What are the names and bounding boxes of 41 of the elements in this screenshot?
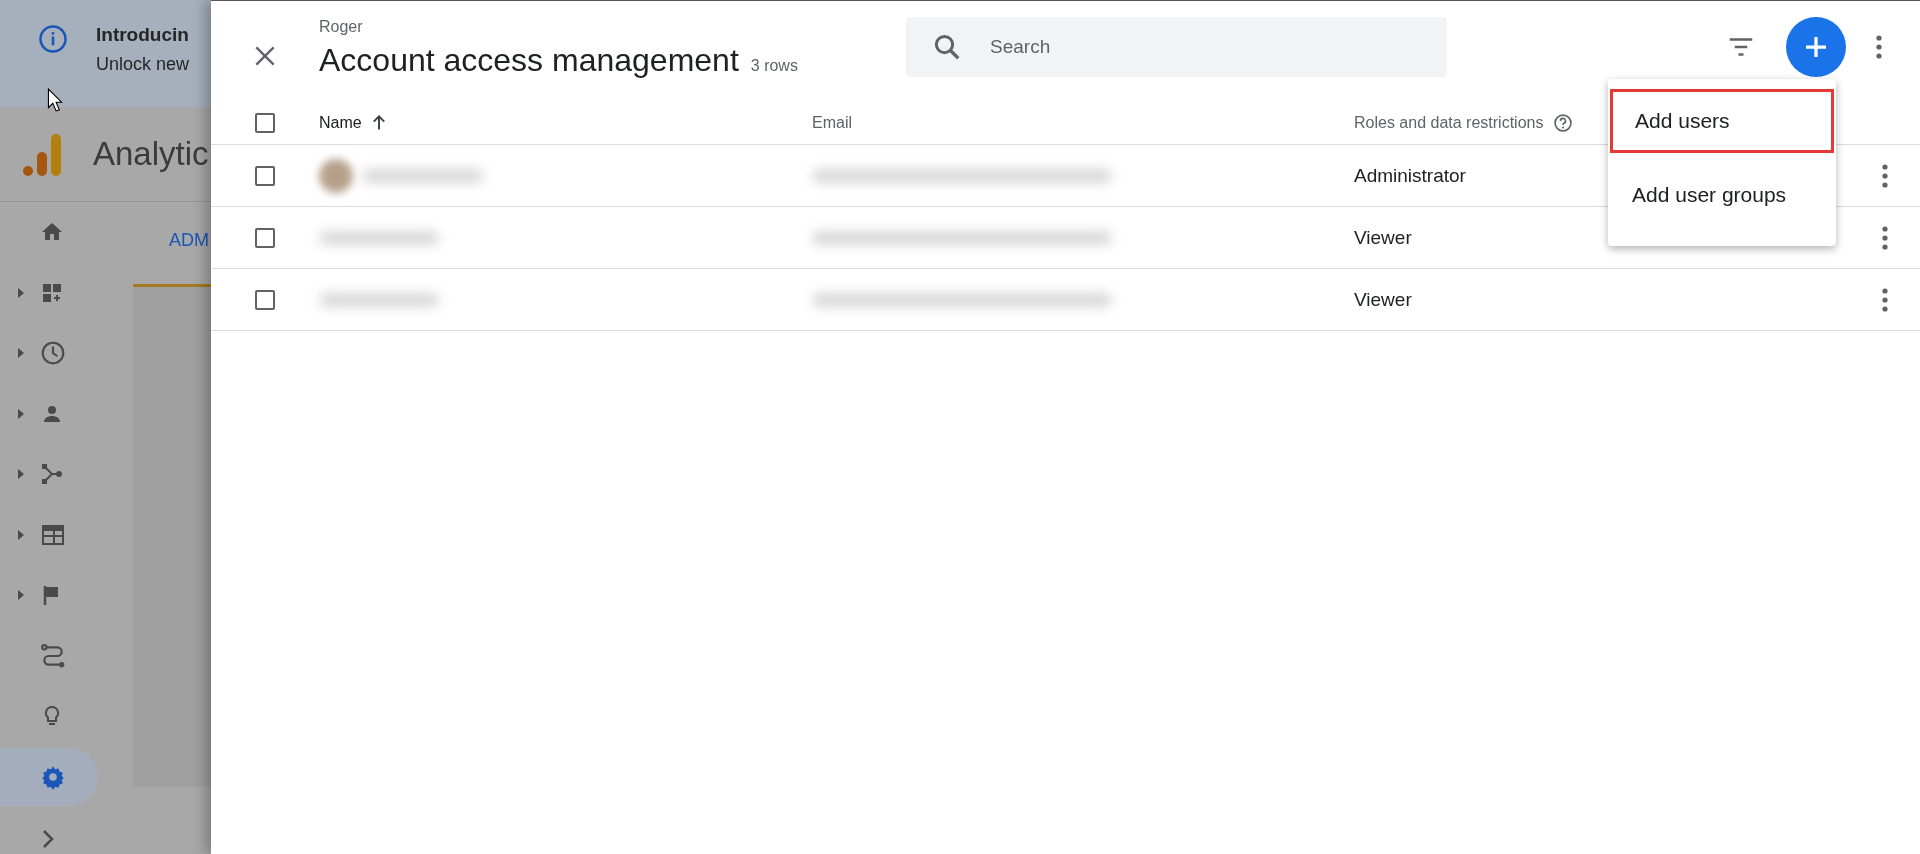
row-more-icon[interactable] bbox=[1882, 163, 1888, 188]
column-header[interactable]: Name bbox=[319, 113, 362, 132]
expand-arrow-icon[interactable] bbox=[18, 348, 24, 359]
row-checkbox[interactable] bbox=[255, 227, 275, 248]
search-field[interactable]: Search bbox=[906, 17, 1447, 77]
select-all-checkbox[interactable] bbox=[255, 112, 275, 133]
account-name: Roger bbox=[319, 17, 364, 36]
info-icon bbox=[38, 24, 68, 54]
banner-subtitle: Unlock new bbox=[96, 54, 190, 75]
menu-item[interactable]: Add user groups bbox=[1610, 163, 1834, 227]
expand-arrow-icon[interactable] bbox=[18, 408, 24, 419]
column-header: Email bbox=[812, 113, 852, 131]
row-more-icon[interactable] bbox=[1882, 225, 1888, 250]
role-text: Viewer bbox=[1354, 288, 1412, 311]
sort-ascending-icon[interactable] bbox=[371, 114, 386, 131]
route-icon[interactable] bbox=[40, 642, 66, 669]
expand-arrow-icon[interactable] bbox=[18, 469, 24, 480]
role-text: Administrator bbox=[1354, 164, 1466, 187]
browser-window-icon[interactable] bbox=[40, 522, 66, 547]
clock-icon[interactable] bbox=[40, 340, 66, 367]
menu-item[interactable]: Add users bbox=[1610, 89, 1834, 153]
row-count: 3 rows bbox=[750, 56, 798, 75]
panel-title: Account access management bbox=[319, 41, 739, 79]
row-checkbox[interactable] bbox=[255, 165, 275, 186]
app-name: Analytic bbox=[93, 135, 209, 173]
role-text: Viewer bbox=[1354, 226, 1412, 249]
more-options-icon[interactable] bbox=[1876, 35, 1882, 59]
column-header: Roles and data restrictions bbox=[1354, 113, 1544, 132]
mouse-pointer-icon bbox=[47, 88, 63, 112]
fork-icon[interactable] bbox=[40, 462, 64, 487]
add-button[interactable] bbox=[1786, 17, 1846, 77]
help-icon[interactable] bbox=[1553, 112, 1574, 133]
nav-item-highlight[interactable] bbox=[0, 747, 98, 806]
expand-arrow-icon[interactable] bbox=[18, 287, 24, 298]
row-checkbox[interactable] bbox=[255, 289, 275, 310]
expand-chevron-icon[interactable] bbox=[42, 829, 54, 849]
expand-arrow-icon[interactable] bbox=[18, 529, 24, 540]
row-more-icon[interactable] bbox=[1882, 287, 1888, 312]
expand-arrow-icon[interactable] bbox=[18, 590, 24, 601]
search-icon bbox=[932, 32, 962, 62]
banner-title: Introducin bbox=[96, 24, 190, 46]
